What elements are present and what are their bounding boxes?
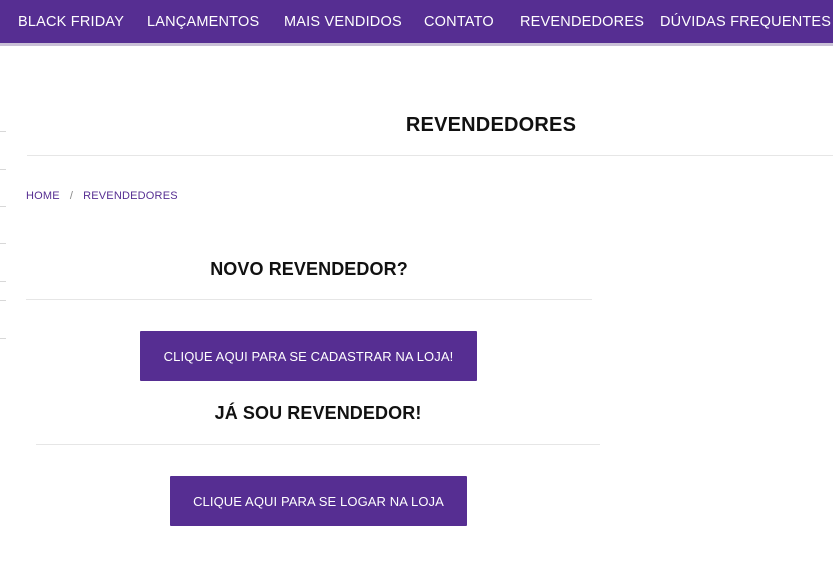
nav-item-black-friday[interactable]: BLACK FRIDAY xyxy=(18,14,124,30)
nav-item-revendedores[interactable]: REVENDEDORES xyxy=(520,14,644,30)
top-navigation: BLACK FRIDAY LANÇAMENTOS MAIS VENDIDOS C… xyxy=(0,0,833,46)
new-reseller-divider xyxy=(26,299,592,300)
breadcrumb-home-link[interactable]: HOME xyxy=(26,190,60,202)
page-title: REVENDEDORES xyxy=(405,114,577,136)
page: BLACK FRIDAY LANÇAMENTOS MAIS VENDIDOS C… xyxy=(0,0,833,583)
existing-reseller-divider xyxy=(36,444,600,445)
breadcrumb-current-link[interactable]: REVENDEDORES xyxy=(83,190,178,202)
nav-item-lancamentos[interactable]: LANÇAMENTOS xyxy=(147,14,259,30)
edge-divider xyxy=(0,338,6,339)
nav-item-contato[interactable]: CONTATO xyxy=(424,14,494,30)
edge-divider xyxy=(0,169,6,170)
edge-divider xyxy=(0,300,6,301)
login-button[interactable]: CLIQUE AQUI PARA SE LOGAR NA LOJA xyxy=(170,476,467,526)
edge-divider xyxy=(0,206,6,207)
edge-divider xyxy=(0,243,6,244)
existing-reseller-heading: JÁ SOU REVENDEDOR! xyxy=(214,403,422,423)
edge-divider xyxy=(0,281,6,282)
register-button[interactable]: CLIQUE AQUI PARA SE CADASTRAR NA LOJA! xyxy=(140,331,477,381)
breadcrumb: HOME / REVENDEDORES xyxy=(26,190,178,202)
breadcrumb-separator: / xyxy=(69,190,74,202)
title-divider xyxy=(27,155,833,156)
new-reseller-heading: NOVO REVENDEDOR? xyxy=(210,259,408,279)
nav-item-mais-vendidos[interactable]: MAIS VENDIDOS xyxy=(284,14,402,30)
nav-item-duvidas-frequentes[interactable]: DÚVIDAS FREQUENTES xyxy=(660,14,831,30)
